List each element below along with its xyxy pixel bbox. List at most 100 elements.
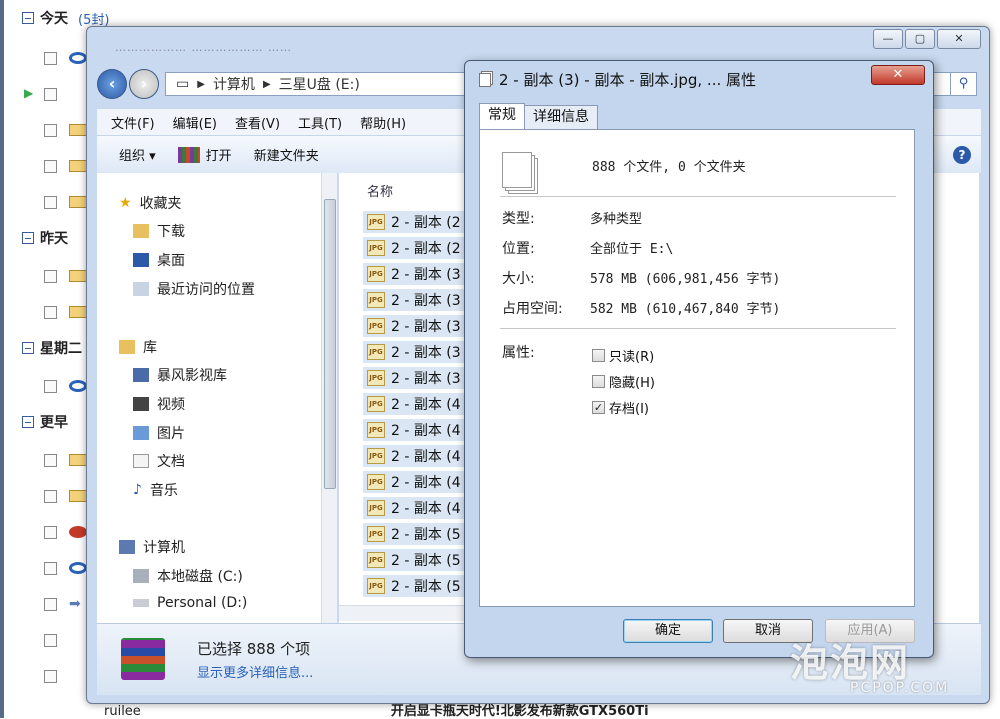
nav-music[interactable]: ♪ 音乐: [133, 480, 178, 500]
collapse-icon[interactable]: [22, 232, 34, 244]
row-checkbox[interactable]: [44, 379, 57, 393]
group-today[interactable]: 今天 (5封): [22, 8, 109, 28]
nav-pictures[interactable]: 图片: [133, 423, 185, 443]
mail-row[interactable]: [22, 266, 87, 286]
collapse-icon[interactable]: [22, 12, 34, 24]
mail-row[interactable]: [22, 192, 87, 212]
menu-help[interactable]: 帮助(H): [360, 113, 406, 132]
new-folder-button[interactable]: 新建文件夹: [254, 145, 319, 164]
mail-row[interactable]: [22, 84, 57, 104]
file-list-hscrollbar[interactable]: [339, 605, 469, 621]
nav-local-disk[interactable]: 本地磁盘 (C:): [133, 566, 243, 586]
nav-scrollbar[interactable]: [321, 173, 337, 623]
group-tuesday[interactable]: 星期二: [22, 338, 82, 358]
ok-button[interactable]: 确定: [623, 619, 713, 643]
menu-view[interactable]: 查看(V): [235, 113, 280, 132]
jpg-file-icon: JPG: [367, 526, 385, 542]
tab-details[interactable]: 详细信息: [524, 105, 598, 129]
mail-row[interactable]: ➡: [22, 594, 87, 614]
row-checkbox[interactable]: [44, 489, 57, 503]
row-checkbox[interactable]: [44, 123, 57, 137]
window-controls: — ▢ ✕: [873, 29, 981, 49]
type-label: 类型:: [502, 211, 535, 227]
nav-downloads[interactable]: 下载: [133, 221, 185, 241]
minimize-button[interactable]: —: [873, 29, 903, 49]
nav-computer[interactable]: 计算机: [119, 537, 185, 557]
maximize-button[interactable]: ▢: [905, 29, 935, 49]
breadcrumb-drive[interactable]: 三星U盘 (E:): [279, 74, 360, 94]
mail-row[interactable]: [22, 630, 57, 650]
row-checkbox[interactable]: [44, 561, 57, 575]
winrar-icon: [121, 638, 165, 680]
chevron-right-icon: ▶: [262, 78, 271, 90]
collapse-icon[interactable]: [22, 342, 34, 354]
forward-arrow-icon: ➡: [69, 596, 81, 612]
nav-documents[interactable]: 文档: [133, 451, 185, 471]
tab-general[interactable]: 常规: [479, 103, 525, 129]
mail-row[interactable]: [22, 450, 87, 470]
nav-videos[interactable]: 视频: [133, 394, 185, 414]
file-summary: 888 个文件, 0 个文件夹: [592, 160, 746, 175]
organize-button[interactable]: 组织 ▾: [119, 145, 156, 164]
breadcrumb-computer[interactable]: 计算机: [213, 74, 255, 94]
envelope-icon: [69, 454, 87, 466]
checkbox-box[interactable]: [592, 349, 605, 362]
nav-favorites[interactable]: ★ 收藏夹: [119, 193, 182, 213]
site-watermark: 泡泡网: [790, 641, 911, 685]
back-button[interactable]: ‹: [97, 69, 127, 99]
readonly-checkbox[interactable]: 只读(R): [592, 346, 654, 365]
mail-row[interactable]: [22, 302, 87, 322]
row-checkbox[interactable]: [44, 159, 57, 173]
help-icon[interactable]: ?: [953, 145, 971, 164]
menu-file[interactable]: 文件(F): [111, 113, 155, 132]
forward-button[interactable]: ›: [129, 69, 159, 99]
nav-libraries[interactable]: 库: [119, 337, 157, 357]
row-checkbox[interactable]: [44, 525, 57, 539]
row-checkbox[interactable]: [44, 633, 57, 647]
close-button[interactable]: ✕: [937, 29, 981, 49]
nav-recent[interactable]: 最近访问的位置: [133, 279, 255, 299]
row-checkbox[interactable]: [44, 305, 57, 319]
picture-icon: [133, 426, 149, 440]
group-yesterday[interactable]: 昨天: [22, 228, 68, 248]
checkbox-box[interactable]: [592, 375, 605, 388]
properties-dialog: 2 - 副本 (3) - 副本 - 副本.jpg, ... 属性 ✕ 常规 详细…: [464, 60, 934, 658]
jpg-file-icon: JPG: [367, 422, 385, 438]
row-checkbox[interactable]: [44, 453, 57, 467]
computer-icon: [119, 540, 135, 554]
dialog-close-button[interactable]: ✕: [871, 65, 925, 85]
collapse-icon[interactable]: [22, 416, 34, 428]
scroll-thumb[interactable]: [324, 199, 336, 489]
mail-row[interactable]: [22, 156, 87, 176]
row-checkbox[interactable]: [44, 195, 57, 209]
mail-row[interactable]: [22, 376, 87, 396]
mail-row[interactable]: [22, 120, 87, 140]
mail-row[interactable]: [22, 558, 87, 578]
drive-icon: ▭: [176, 76, 190, 92]
mail-row[interactable]: [22, 48, 87, 68]
document-icon: [133, 454, 149, 468]
row-checkbox[interactable]: [44, 669, 57, 683]
search-icon[interactable]: ⚲: [951, 72, 977, 96]
mail-row[interactable]: [22, 522, 87, 542]
mail-row[interactable]: [22, 486, 87, 506]
nav-personal[interactable]: Personal (D:): [133, 595, 247, 611]
row-checkbox[interactable]: [44, 597, 57, 611]
menu-edit[interactable]: 编辑(E): [173, 113, 217, 132]
disk-size-value: 582 MB (610,467,840 字节): [590, 302, 781, 317]
row-checkbox[interactable]: [44, 269, 57, 283]
hidden-checkbox[interactable]: 隐藏(H): [592, 372, 655, 391]
archive-checkbox[interactable]: ✓ 存档(I): [592, 398, 649, 417]
row-checkbox[interactable]: [44, 87, 57, 101]
group-earlier[interactable]: 更早: [22, 412, 68, 432]
open-button[interactable]: 打开: [177, 145, 232, 164]
menu-tools[interactable]: 工具(T): [298, 113, 342, 132]
nav-desktop[interactable]: 桌面: [133, 250, 185, 270]
mail-row[interactable]: [22, 666, 57, 686]
nav-baofeng[interactable]: 暴风影视库: [133, 365, 227, 385]
group-count[interactable]: (5封): [78, 9, 109, 28]
row-checkbox[interactable]: [44, 51, 57, 65]
show-more-details-link[interactable]: 显示更多详细信息...: [197, 662, 313, 681]
check-mark-icon[interactable]: ✓: [592, 401, 605, 414]
column-header-name[interactable]: 名称: [367, 181, 393, 200]
